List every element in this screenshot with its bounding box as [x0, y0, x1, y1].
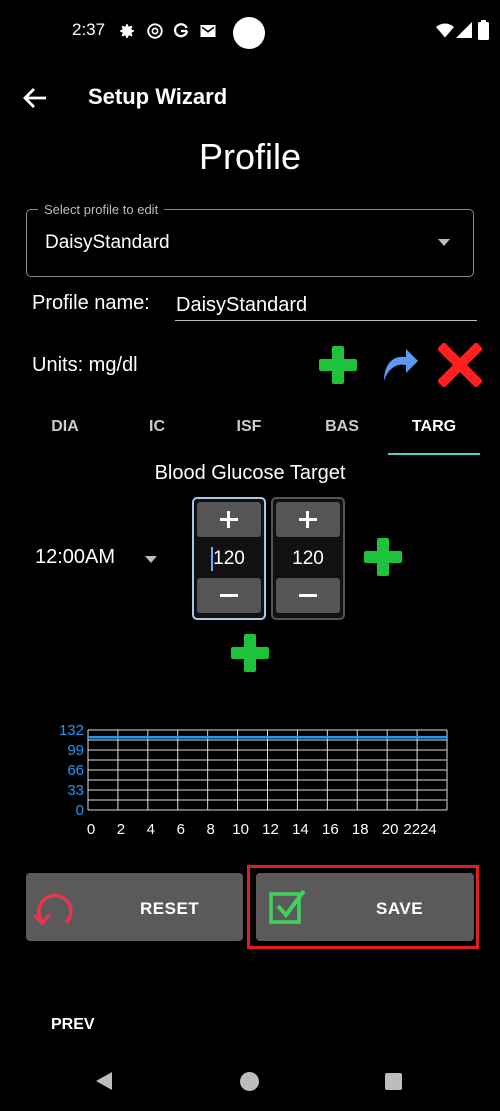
- mail-icon: [200, 25, 216, 37]
- chart-x-tick-label: 14: [292, 821, 309, 838]
- save-highlight-box: [247, 865, 479, 949]
- tab-targ[interactable]: TARG: [388, 418, 480, 436]
- nav-back-icon[interactable]: [96, 1072, 112, 1090]
- status-time: 2:37: [72, 20, 106, 39]
- camera-cutout: [233, 17, 265, 49]
- chart-x-tick-label: 20: [382, 821, 399, 838]
- target-low-value[interactable]: 120: [194, 548, 264, 570]
- signal-icon: [456, 22, 472, 38]
- time-select-value[interactable]: 12:00AM: [35, 546, 115, 569]
- target-chart: 0 33 66 99 132 0 2 4 6 8 10 12 14 16 18 20 2224: [59, 722, 448, 838]
- chart-x-tick-label: 4: [147, 821, 155, 838]
- chart-x-tick-label: 16: [322, 821, 339, 838]
- target-high-stepper[interactable]: 120: [271, 497, 345, 620]
- add-target-row-icon[interactable]: [361, 535, 405, 579]
- battery-icon: [478, 20, 489, 40]
- chart-y-tick-label: 132: [59, 722, 84, 739]
- chart-y-tick-label: 99: [67, 742, 84, 759]
- reset-button[interactable]: RESET: [26, 873, 243, 941]
- add-target-icon[interactable]: [228, 631, 272, 675]
- reset-label: RESET: [140, 899, 200, 918]
- tab-dia[interactable]: DIA: [19, 418, 111, 436]
- increment-low-button[interactable]: [197, 502, 261, 537]
- profile-name-label: Profile name:: [32, 292, 150, 314]
- delete-profile-icon[interactable]: [438, 343, 482, 387]
- time-dropdown-arrow-icon[interactable]: [145, 556, 157, 563]
- google-icon: [173, 23, 189, 38]
- at-sign-icon: [147, 23, 163, 39]
- units-label: Units: mg/dl: [32, 354, 138, 376]
- profile-select-label: Select profile to edit: [38, 202, 165, 217]
- target-high-value[interactable]: 120: [273, 548, 343, 570]
- prev-button[interactable]: PREV: [51, 1016, 95, 1034]
- page-title: Profile: [198, 136, 302, 177]
- active-tab-indicator: [388, 453, 480, 455]
- chart-x-tick-label: 10: [232, 821, 249, 838]
- chart-y-tick-label: 66: [67, 762, 84, 779]
- chart-y-tick-label: 0: [76, 802, 84, 819]
- decrement-high-button[interactable]: [276, 578, 340, 613]
- chart-x-tick-label: 6: [177, 821, 185, 838]
- chart-x-tick-label: 0: [87, 821, 95, 838]
- tab-bas[interactable]: BAS: [296, 418, 388, 436]
- profile-select-value[interactable]: DaisyStandard: [45, 232, 170, 254]
- tab-isf[interactable]: ISF: [203, 418, 295, 436]
- toolbar-title: Setup Wizard: [88, 84, 228, 109]
- wifi-icon: [436, 23, 454, 38]
- nav-home-icon[interactable]: [240, 1072, 259, 1091]
- chart-x-tick-label: 2224: [403, 821, 436, 838]
- decrement-low-button[interactable]: [197, 578, 261, 613]
- target-low-stepper[interactable]: 120: [192, 497, 266, 620]
- dropdown-arrow-icon[interactable]: [438, 239, 450, 246]
- add-profile-icon[interactable]: [316, 343, 360, 387]
- clone-profile-icon[interactable]: [378, 343, 422, 387]
- settings-icon: [120, 24, 134, 38]
- chart-y-tick-label: 33: [67, 782, 84, 799]
- target-title: Blood Glucose Target: [154, 462, 346, 484]
- back-arrow-icon[interactable]: [22, 86, 48, 110]
- tab-ic[interactable]: IC: [111, 418, 203, 436]
- chart-x-tick-label: 12: [262, 821, 279, 838]
- increment-high-button[interactable]: [276, 502, 340, 537]
- reset-icon: [32, 893, 73, 926]
- profile-name-input[interactable]: [175, 290, 477, 321]
- nav-recents-icon[interactable]: [385, 1073, 402, 1090]
- chart-x-tick-label: 18: [352, 821, 369, 838]
- chart-x-tick-label: 2: [117, 821, 125, 838]
- chart-x-tick-label: 8: [206, 821, 214, 838]
